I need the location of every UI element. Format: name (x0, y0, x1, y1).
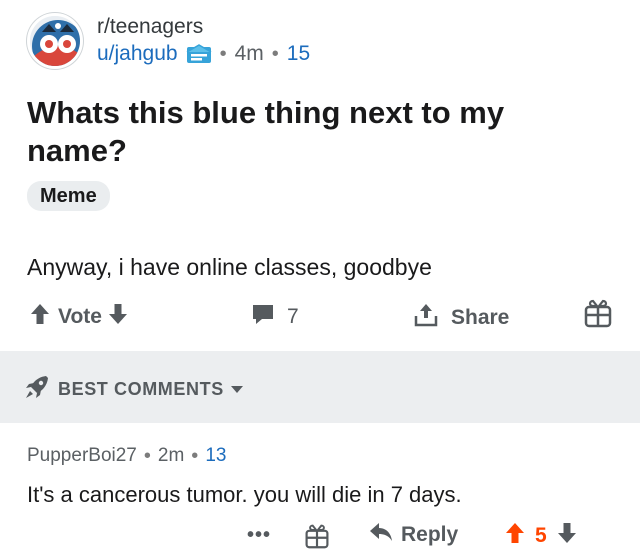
upvote-arrow-icon[interactable] (505, 522, 525, 550)
post-time: 4m (234, 42, 264, 65)
comments-count: 7 (287, 305, 299, 328)
blue-badge-icon[interactable] (186, 44, 212, 64)
vote-label: Vote (58, 305, 102, 328)
comment-time: 2m (157, 445, 185, 466)
comment-score: 13 (205, 445, 227, 466)
post-title[interactable]: Whats this blue thing next to my name? (27, 94, 587, 170)
post-meta: u/jahgub • 4m • 15 (97, 41, 310, 67)
comment-sort-selector[interactable]: BEST COMMENTS (24, 374, 243, 405)
gift-icon[interactable] (304, 523, 330, 552)
subreddit-avatar-image (30, 16, 80, 66)
post-body: Anyway, i have online classes, goodbye (27, 254, 432, 280)
share-label: Share (451, 306, 510, 329)
share-button[interactable]: Share (413, 303, 509, 333)
downvote-arrow-icon[interactable] (108, 303, 128, 331)
subreddit-name[interactable]: r/teenagers (97, 15, 310, 39)
post-header: r/teenagers u/jahgub • 4m • 15 (27, 13, 310, 69)
reply-label: Reply (401, 523, 459, 546)
post-flair[interactable]: Meme (27, 181, 110, 211)
post-header-text: r/teenagers u/jahgub • 4m • 15 (97, 15, 310, 67)
reply-button[interactable]: Reply (369, 522, 458, 548)
comment-vote-count: 5 (535, 524, 547, 547)
rocket-icon (24, 374, 50, 405)
comment-body: It's a cancerous tumor. you will die in … (27, 482, 462, 507)
post-author[interactable]: u/jahgub (97, 41, 178, 67)
chevron-down-icon (230, 386, 243, 393)
comment-sort-bar[interactable]: BEST COMMENTS (0, 351, 640, 423)
more-options-button[interactable]: ••• (247, 524, 271, 547)
reply-arrow-icon (369, 522, 393, 548)
post-action-bar: Vote 7 Share (0, 295, 640, 337)
reddit-post-screen: r/teenagers u/jahgub • 4m • 15 Whats thi (0, 0, 640, 552)
vote-control: Vote (30, 303, 128, 331)
sort-label: BEST COMMENTS (58, 379, 224, 399)
comment-vote-control: 5 (505, 522, 577, 550)
separator-dot: • (271, 43, 279, 65)
share-icon (413, 303, 439, 333)
separator-dot: • (191, 445, 199, 467)
comment-action-bar: ••• Reply 5 (0, 520, 640, 552)
gift-icon (584, 298, 612, 334)
downvote-arrow-icon[interactable] (557, 522, 577, 550)
upvote-arrow-icon[interactable] (30, 303, 50, 331)
award-button[interactable] (584, 298, 612, 334)
separator-dot: • (219, 43, 227, 65)
post-score: 15 (286, 42, 311, 65)
comment-bubble-icon (251, 303, 275, 331)
separator-dot: • (143, 445, 151, 467)
comment-meta: PupperBoi27 • 2m • 13 (27, 444, 226, 468)
comments-button[interactable]: 7 (251, 303, 299, 331)
comment-author[interactable]: PupperBoi27 (27, 444, 137, 468)
subreddit-avatar[interactable] (27, 13, 83, 69)
